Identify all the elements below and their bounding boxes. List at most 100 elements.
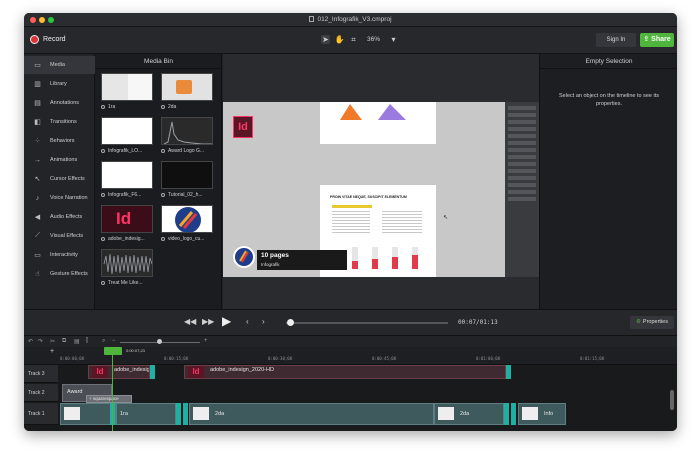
step-forward-icon[interactable]: ▶▶ (202, 317, 214, 326)
media-item-label: 2da (161, 104, 217, 110)
main-toolbar: Record ➤ ✋ ⌗ 36% ▾ Sign In ⇪ Share (24, 27, 677, 54)
cut-icon[interactable]: ✂ (50, 338, 55, 345)
sidebar-item-library[interactable]: ▥ Library (24, 75, 95, 93)
pan-tool-icon[interactable]: ✋ (335, 35, 345, 44)
media-item-label: Tutorial_02_h... (161, 192, 217, 198)
timeline-ruler[interactable]: + 0:00:07;23 0:00:00;00 0:00:15;00 0:00:… (24, 347, 677, 365)
transition-handle[interactable] (511, 403, 516, 425)
timeline-clip[interactable]: Info (518, 403, 566, 425)
ruler-tick: 0:00:00;00 (60, 356, 85, 361)
media-thumbnail[interactable] (161, 205, 213, 233)
indesign-logo: Id (233, 116, 253, 138)
sign-in-button[interactable]: Sign In (596, 33, 636, 47)
sidebar-item-animations[interactable]: → Animations (24, 151, 95, 169)
transition-handle[interactable] (183, 403, 188, 425)
library-icon: ▥ (34, 81, 41, 88)
sidebar-item-voice-narration[interactable]: ♪ Voice Narration (24, 189, 95, 207)
share-icon: ⇪ (643, 36, 652, 43)
track-label-2[interactable]: Track 2 (24, 384, 58, 402)
media-bin-title: Media Bin (95, 54, 222, 69)
zoom-in-icon[interactable]: + (204, 338, 208, 344)
zoom-level[interactable]: 36% (363, 36, 384, 43)
record-button[interactable]: Record (30, 35, 66, 44)
media-thumbnail[interactable] (101, 161, 153, 189)
record-icon (30, 35, 39, 44)
next-frame-icon[interactable]: › (262, 317, 265, 326)
visual-icon: ⟋ (35, 232, 40, 239)
select-tool-icon[interactable]: ➤ (321, 35, 330, 44)
timeline-clip[interactable] (60, 403, 116, 425)
timeline-clip[interactable]: 2da (434, 403, 504, 425)
track-label-1[interactable]: Track 1 (24, 403, 58, 425)
timeline-scrollbar[interactable] (670, 390, 674, 410)
add-track-icon[interactable]: + (50, 348, 54, 355)
sidebar-item-transitions[interactable]: ◧ Transitions (24, 113, 95, 131)
video-icon (161, 237, 165, 241)
lower-third-subtitle: Infografik (261, 262, 280, 267)
sidebar-item-cursor-effects[interactable]: ↖ Cursor Effects (24, 170, 95, 188)
scrubber-handle[interactable] (287, 319, 294, 326)
title-bar: 012_Infografik_V3.cmproj (24, 13, 677, 27)
redo-icon[interactable]: ↷ (38, 338, 43, 345)
scrubber-track[interactable] (286, 322, 448, 324)
timeline-clip[interactable]: Id adobe_indesign_2020-HD (184, 365, 506, 379)
audio-icon (101, 281, 105, 285)
clip-thumbnail (522, 407, 538, 420)
sidebar-item-behaviors[interactable]: ⁘ Behaviors (24, 132, 95, 150)
paste-icon[interactable]: ▤ (74, 338, 80, 345)
sidebar-item-media[interactable]: ▭ Media (24, 56, 95, 74)
ruler-tick: 0:00:15;00 (164, 356, 189, 361)
media-thumbnail[interactable] (161, 161, 213, 189)
timeline-clip[interactable]: Id adobe_indesign (88, 365, 150, 379)
media-thumbnail[interactable] (161, 117, 213, 145)
transition-handle[interactable] (176, 403, 181, 425)
sidebar-item-gesture-effects[interactable]: ☝ Gesture Effects (24, 265, 95, 283)
media-thumbnail[interactable] (161, 73, 213, 101)
sidebar-item-audio-effects[interactable]: ◀ Audio Effects (24, 208, 95, 226)
sidebar-item-interactivity[interactable]: ▭ Interactivity (24, 246, 95, 264)
timeline-zoom-handle[interactable] (157, 339, 162, 344)
split-icon[interactable]: ⫿ (86, 338, 88, 345)
behavior-icon: ⁘ (34, 138, 41, 145)
video-icon (161, 149, 165, 153)
step-back-icon[interactable]: ◀◀ (184, 317, 196, 326)
undo-icon[interactable]: ↶ (28, 338, 33, 345)
media-thumbnail[interactable] (101, 117, 153, 145)
timeline-clip[interactable]: 2da (189, 403, 434, 425)
track-label-3[interactable]: Track 3 (24, 365, 58, 383)
media-thumbnail[interactable] (101, 249, 153, 277)
properties-panel: Empty Selection Select an object on the … (539, 54, 677, 324)
media-item-label: Infografik_F6... (101, 192, 157, 198)
transition-handle[interactable] (150, 365, 155, 379)
clip-thumbnail (438, 407, 454, 420)
zoom-icon[interactable]: ⌕ (102, 338, 105, 345)
share-button[interactable]: ⇪ Share (640, 33, 674, 47)
transition-handle[interactable] (506, 365, 511, 379)
media-item-label: Award Logo G... (161, 148, 217, 154)
timeline-clip[interactable]: 1ra (116, 403, 176, 425)
sidebar-item-annotations[interactable]: ▤ Annotations (24, 94, 95, 112)
timeline-clip[interactable]: + squarespace (86, 395, 132, 403)
ruler-tick: 0:00:30;00 (268, 356, 293, 361)
playhead-handle[interactable] (104, 347, 122, 355)
zoom-out-icon[interactable]: − (112, 338, 116, 344)
playhead-time: 0:00:07;23 (126, 348, 145, 353)
transition-handle[interactable] (504, 403, 509, 425)
media-bin: Media Bin 1ra 2da Infografik_LO... Award… (95, 54, 222, 324)
play-button[interactable]: ▶ (222, 314, 231, 328)
media-thumbnail[interactable] (101, 73, 153, 101)
camtasia-window: 012_Infografik_V3.cmproj Record ➤ ✋ ⌗ 36… (24, 13, 677, 431)
indesign-logo: Id (188, 366, 204, 378)
properties-button[interactable]: ⚙ Properties (630, 316, 674, 329)
speaker-icon: ◀ (34, 214, 41, 221)
chevron-down-icon[interactable]: ▾ (389, 35, 398, 44)
canvas-preview[interactable]: Id PROIN VITAE NEQUE, SUSCIPIT ELEMENTUM (223, 102, 539, 277)
copy-icon[interactable]: ⧉ (62, 338, 66, 345)
media-thumbnail[interactable]: Id (101, 205, 153, 233)
annotation-icon: ▤ (34, 100, 41, 107)
video-icon (161, 193, 165, 197)
previous-frame-icon[interactable]: ‹ (246, 317, 249, 326)
sidebar-item-visual-effects[interactable]: ⟋ Visual Effects (24, 227, 95, 245)
crop-tool-icon[interactable]: ⌗ (349, 35, 358, 44)
clip-thumbnail (193, 407, 209, 420)
